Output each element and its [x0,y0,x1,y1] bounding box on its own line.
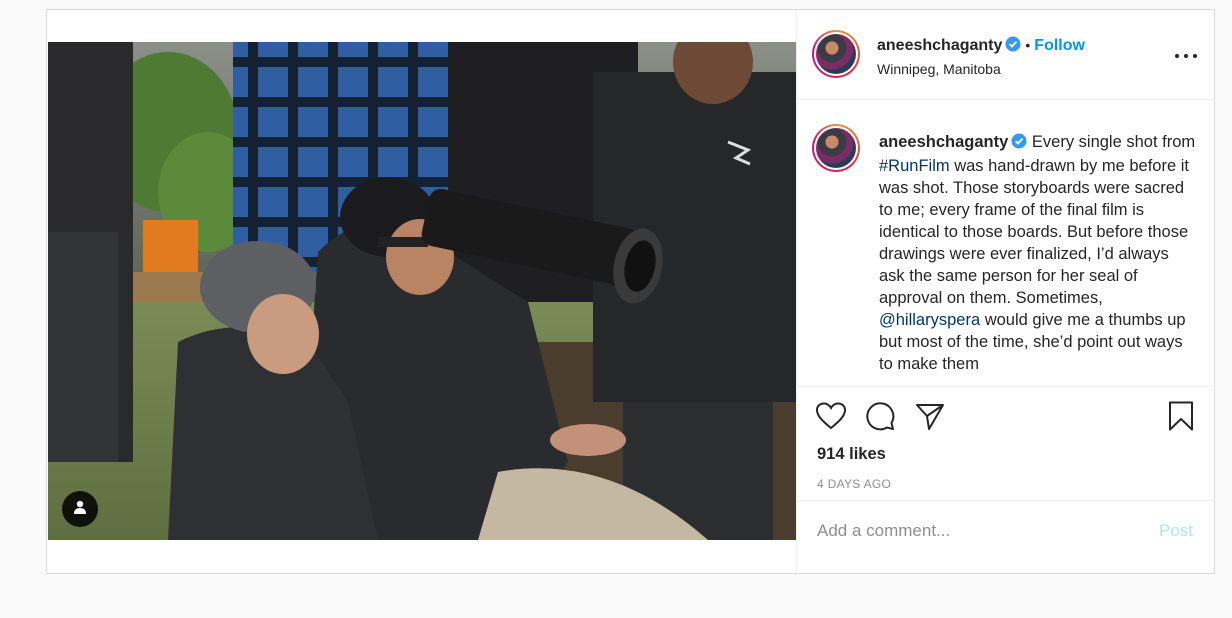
post-actions: 914 likes 4 DAYS AGO [797,386,1215,501]
comment-input[interactable]: Add a comment... [817,521,950,541]
caption-text-part: was hand-drawn by me before it was shot.… [879,157,1189,307]
paper-plane-icon[interactable] [915,401,945,431]
author-avatar[interactable] [812,30,860,78]
verified-badge-icon [1005,36,1021,57]
author-username[interactable]: aneeshchaganty [877,37,1002,54]
post-photo[interactable] [48,42,796,540]
bookmark-icon[interactable] [1166,401,1196,431]
caption-text-part: Every single shot from [1031,133,1196,151]
post-comment-button[interactable]: Post [1159,521,1193,541]
more-options-icon[interactable] [1175,54,1197,60]
comment-form: Add a comment... Post [797,502,1215,573]
caption-hashtag[interactable]: #RunFilm [879,157,950,175]
caption-author-avatar[interactable] [812,124,860,172]
post-timestamp[interactable]: 4 DAYS AGO [817,477,891,491]
heart-icon[interactable] [816,401,846,431]
post-location[interactable]: Winnipeg, Manitoba [877,61,1085,77]
follow-button[interactable]: Follow [1034,37,1085,54]
caption-mention[interactable]: @hillaryspera [879,311,980,329]
post-media [47,10,796,573]
verified-badge-icon [1011,133,1027,155]
user-tag-icon [72,499,88,520]
post-side-panel: aneeshchaganty • Follow Winnipeg, Manitoba… [796,10,1215,573]
post-card: aneeshchaganty • Follow Winnipeg, Manitoba… [46,9,1215,574]
comment-bubble-icon[interactable] [865,401,895,431]
caption-username[interactable]: aneeshchaganty [879,133,1008,151]
separator-dot: • [1025,37,1031,53]
caption-section: aneeshchaganty Every single shot from #R… [797,101,1215,386]
post-caption: aneeshchaganty Every single shot from #R… [879,131,1197,375]
likes-count[interactable]: 914 likes [817,445,886,464]
post-header: aneeshchaganty • Follow Winnipeg, Manitoba [797,10,1215,100]
user-tag-button[interactable] [62,491,98,527]
